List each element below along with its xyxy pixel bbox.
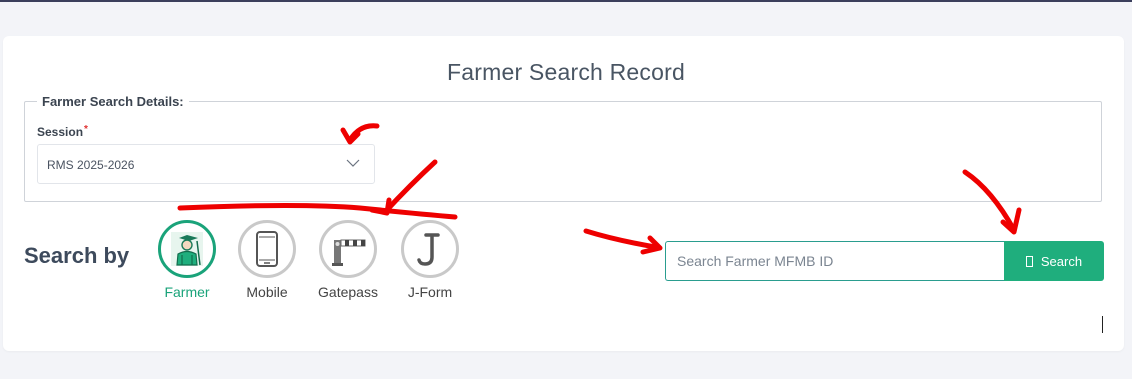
j-form-option-circle bbox=[401, 220, 459, 278]
session-select[interactable]: RMS 2025-2026 bbox=[37, 144, 375, 184]
search-button-label: Search bbox=[1040, 253, 1083, 269]
required-asterisk: * bbox=[84, 124, 88, 135]
fieldset-legend: Farmer Search Details: bbox=[42, 94, 184, 109]
search-option-mobile[interactable]: Mobile bbox=[227, 220, 307, 300]
session-select-value: RMS 2025-2026 bbox=[47, 158, 135, 172]
search-option-farmer[interactable]: Farmer bbox=[147, 220, 227, 300]
search-button[interactable]: Search bbox=[1004, 241, 1104, 281]
chevron-down-icon bbox=[346, 159, 360, 167]
page-title: Farmer Search Record bbox=[447, 59, 685, 85]
j-form-icon bbox=[417, 233, 440, 266]
search-option-label: J-Form bbox=[407, 284, 453, 300]
gatepass-barrier-icon bbox=[332, 239, 366, 266]
search-option-gatepass[interactable]: Gatepass bbox=[308, 220, 388, 300]
text-cursor bbox=[1102, 316, 1103, 333]
search-option-label: Gatepass bbox=[318, 284, 378, 300]
gatepass-option-circle bbox=[319, 220, 377, 278]
mfmb-id-search-input[interactable] bbox=[665, 241, 1004, 281]
search-option-label: Mobile bbox=[246, 284, 288, 300]
farmer-icon bbox=[171, 232, 203, 266]
search-button-glyph-icon bbox=[1025, 255, 1033, 267]
search-by-label: Search by bbox=[24, 243, 130, 268]
session-label-text: Session bbox=[37, 125, 84, 139]
search-option-label: Farmer bbox=[164, 284, 210, 300]
search-option-j-form[interactable]: J-Form bbox=[390, 220, 470, 300]
mobile-icon bbox=[256, 231, 278, 267]
session-label: Session* bbox=[37, 124, 88, 139]
farmer-option-circle bbox=[158, 220, 216, 278]
top-bar bbox=[0, 0, 1132, 2]
mobile-option-circle bbox=[238, 220, 296, 278]
